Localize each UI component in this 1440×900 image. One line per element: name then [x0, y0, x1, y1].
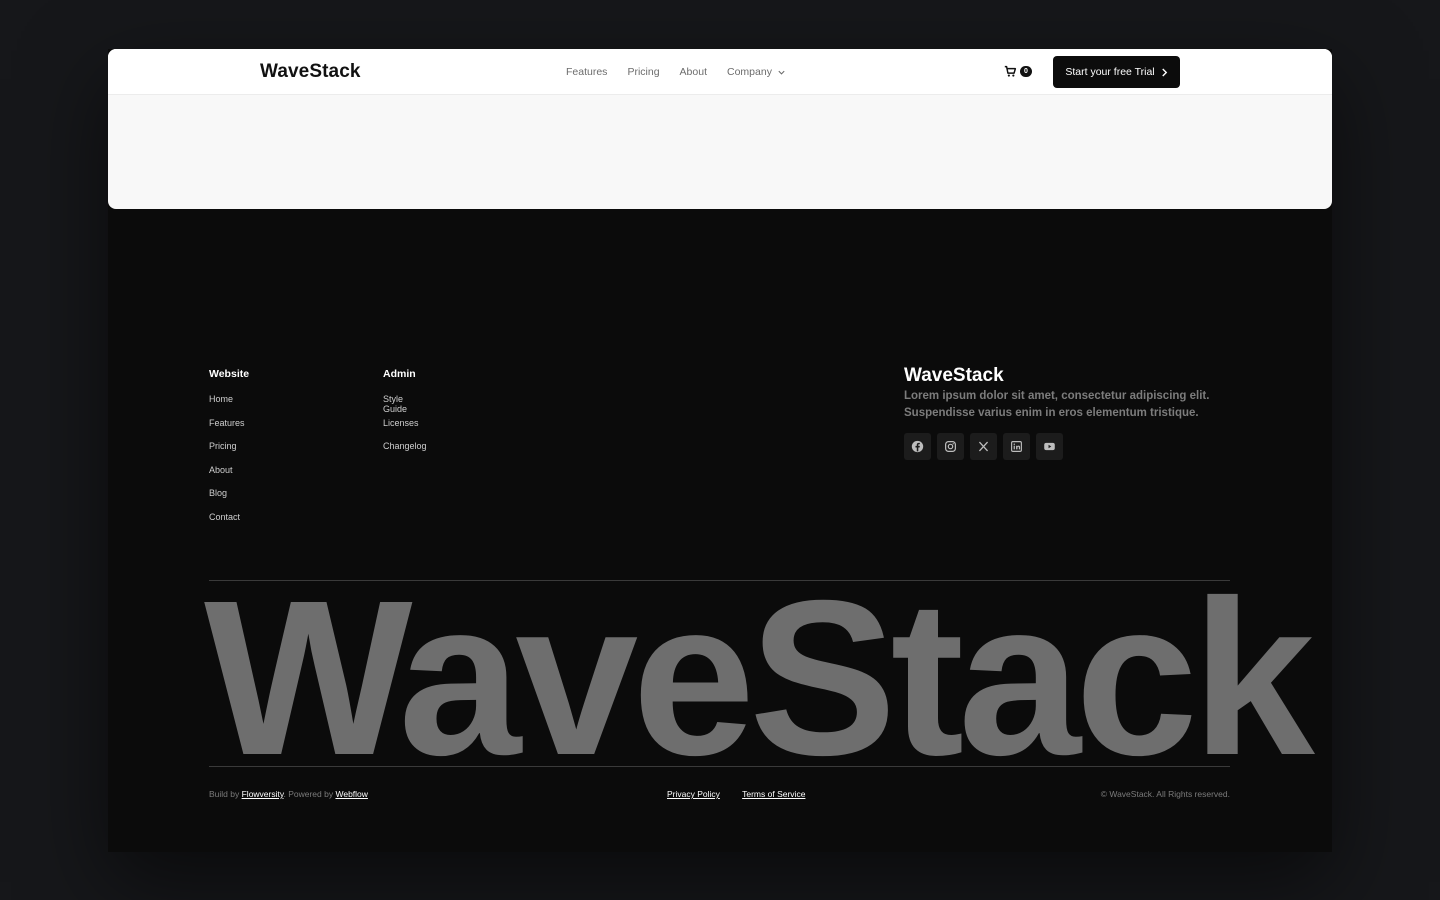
- footer-link-features[interactable]: Features: [209, 418, 249, 442]
- terms-of-service-link[interactable]: Terms of Service: [742, 789, 805, 799]
- facebook-icon: [911, 440, 924, 453]
- footer-column-title: Website: [209, 368, 250, 380]
- credits-build-prefix: Build by: [209, 789, 242, 799]
- footer-link-about[interactable]: About: [209, 465, 249, 489]
- footer-credits: Build by Flowversity. Powered by Webflow: [209, 789, 368, 799]
- linkedin-link[interactable]: [1003, 433, 1030, 460]
- webflow-link[interactable]: Webflow: [335, 789, 367, 799]
- chevron-down-icon: [778, 70, 785, 75]
- footer-link-style-guide[interactable]: Style Guide: [383, 394, 427, 418]
- nav-link-about[interactable]: About: [680, 66, 707, 78]
- footer-column-website: Website Home Features Pricing About Blog…: [209, 368, 249, 536]
- page-frame: WaveStack Features Pricing About Company…: [108, 49, 1332, 852]
- footer-copyright: © WaveStack. All Rights reserved.: [1100, 789, 1230, 799]
- flowversity-link[interactable]: Flowversity: [242, 789, 284, 799]
- cart-count-badge: 0: [1020, 66, 1032, 77]
- nav-dropdown-company[interactable]: Company: [727, 66, 786, 78]
- footer-legal-links: Privacy Policy Terms of Service: [667, 789, 825, 799]
- footer-column-admin: Admin Style Guide Licenses Changelog: [383, 368, 427, 465]
- navbar: WaveStack Features Pricing About Company…: [108, 49, 1332, 95]
- footer-link-changelog[interactable]: Changelog: [383, 441, 427, 465]
- footer-divider-bottom: [209, 766, 1230, 767]
- cart-button[interactable]: 0: [1004, 65, 1032, 78]
- youtube-icon: [1044, 442, 1055, 451]
- chevron-right-icon: [1161, 68, 1167, 76]
- nav-link-company-label: Company: [727, 66, 772, 78]
- start-trial-button[interactable]: Start your free Trial: [1053, 56, 1180, 88]
- credits-powered-prefix: . Powered by: [283, 789, 336, 799]
- cart-icon: [1004, 65, 1017, 77]
- nav-link-pricing[interactable]: Pricing: [627, 66, 659, 78]
- footer-brand: WaveStack Lorem ipsum dolor sit amet, co…: [904, 365, 1224, 460]
- start-trial-label: Start your free Trial: [1065, 66, 1155, 78]
- footer-brand-description: Lorem ipsum dolor sit amet, consectetur …: [904, 390, 1210, 419]
- hero-area: WaveStack Features Pricing About Company…: [108, 49, 1332, 209]
- footer-link-contact[interactable]: Contact: [209, 512, 249, 536]
- footer-wordmark: WaveStack: [204, 554, 1315, 801]
- nav-link-features[interactable]: Features: [566, 66, 607, 78]
- footer-link-pricing[interactable]: Pricing: [209, 441, 249, 465]
- facebook-link[interactable]: [904, 433, 931, 460]
- instagram-icon: [945, 441, 956, 452]
- footer-link-home[interactable]: Home: [209, 394, 249, 418]
- logo[interactable]: WaveStack: [260, 61, 361, 83]
- youtube-link[interactable]: [1036, 433, 1063, 460]
- x-icon: [978, 441, 989, 452]
- footer-brand-name: WaveStack: [904, 365, 1004, 386]
- footer-link-licenses[interactable]: Licenses: [383, 418, 427, 442]
- nav-links: Features Pricing About Company: [566, 66, 806, 78]
- social-links: [904, 433, 1224, 460]
- footer-link-blog[interactable]: Blog: [209, 488, 249, 512]
- linkedin-icon: [1011, 441, 1022, 452]
- x-link[interactable]: [970, 433, 997, 460]
- privacy-policy-link[interactable]: Privacy Policy: [667, 789, 720, 799]
- footer-column-title: Admin: [383, 368, 416, 380]
- instagram-link[interactable]: [937, 433, 964, 460]
